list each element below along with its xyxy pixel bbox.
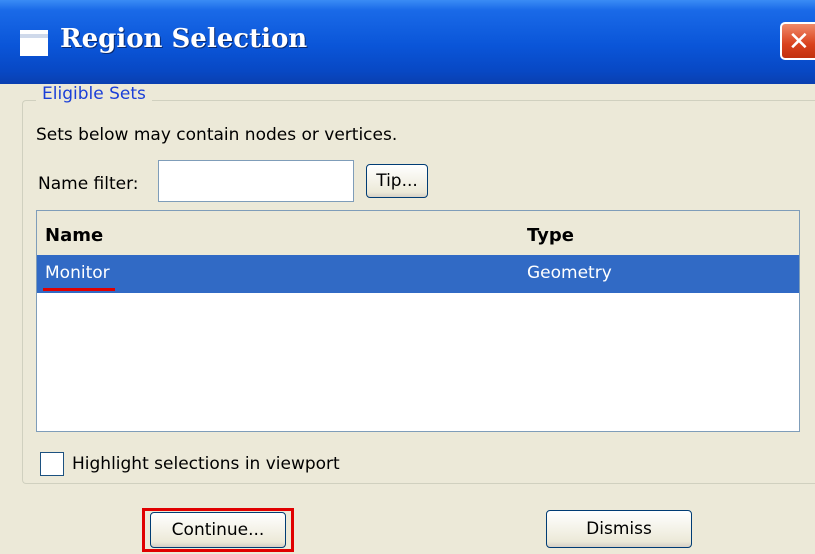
title-bar[interactable]: Region Selection ✕ <box>0 0 815 84</box>
annotation-underline <box>43 288 115 291</box>
table-header: Name Type <box>37 211 799 258</box>
region-selection-dialog: Region Selection ✕ Eligible Sets Sets be… <box>0 0 815 554</box>
row-type-cell: Geometry <box>527 263 612 283</box>
group-legend: Eligible Sets <box>36 84 152 104</box>
continue-button[interactable]: Continue... <box>150 512 286 548</box>
name-filter-label: Name filter: <box>38 174 139 194</box>
description-text: Sets below may contain nodes or vertices… <box>36 125 398 145</box>
name-filter-input[interactable] <box>158 160 354 202</box>
highlight-checkbox[interactable] <box>40 452 64 476</box>
dismiss-button[interactable]: Dismiss <box>546 510 692 548</box>
table-row[interactable]: Monitor Geometry <box>37 255 799 293</box>
sets-table: Name Type Monitor Geometry <box>36 210 800 432</box>
tip-button[interactable]: Tip... <box>366 164 428 198</box>
highlight-checkbox-label[interactable]: Highlight selections in viewport <box>72 454 340 474</box>
column-header-type[interactable]: Type <box>527 225 574 246</box>
row-name-cell: Monitor <box>45 263 110 283</box>
column-header-name[interactable]: Name <box>45 225 103 246</box>
window-title: Region Selection <box>60 24 308 54</box>
close-icon[interactable]: ✕ <box>780 22 815 60</box>
window-icon <box>20 30 48 56</box>
